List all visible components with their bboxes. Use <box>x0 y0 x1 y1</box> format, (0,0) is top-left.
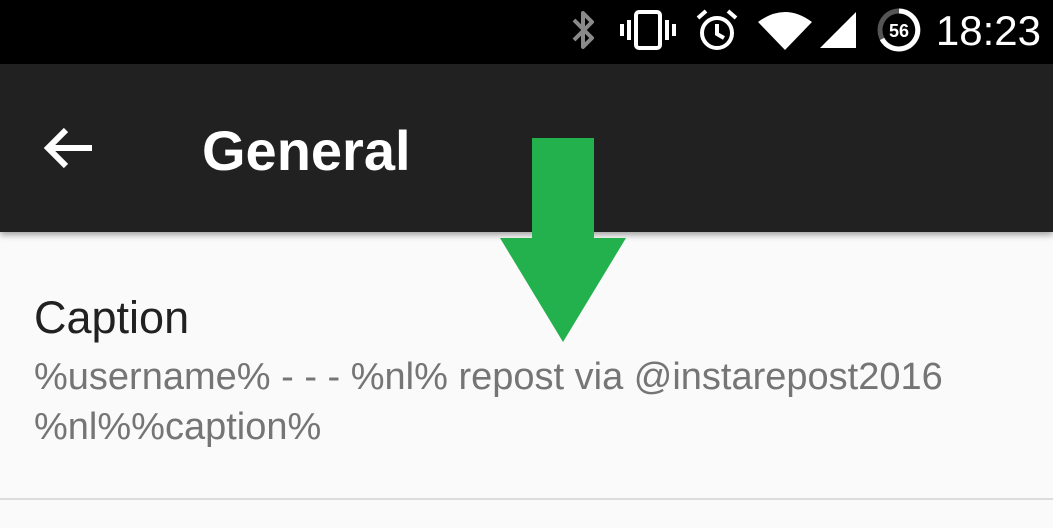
vibrate-icon <box>620 10 676 50</box>
preference-title: Caption <box>34 292 190 343</box>
bluetooth-icon <box>572 11 594 49</box>
battery-level: 56 <box>889 21 909 41</box>
back-button[interactable] <box>34 118 104 188</box>
battery-icon: 56 <box>877 8 921 52</box>
page-title: General <box>202 119 411 182</box>
arrow-back-icon <box>43 127 92 169</box>
signal-icon <box>820 12 856 48</box>
status-time: 18:23 <box>935 7 1041 54</box>
preference-summary: %username% - - - %nl% repost via @instar… <box>34 356 943 448</box>
alarm-icon <box>696 9 738 50</box>
list-item[interactable] <box>0 500 1053 528</box>
wifi-icon <box>758 12 812 50</box>
status-bar: 56 18:23 <box>0 0 1053 64</box>
arrow-down-icon <box>500 138 626 342</box>
